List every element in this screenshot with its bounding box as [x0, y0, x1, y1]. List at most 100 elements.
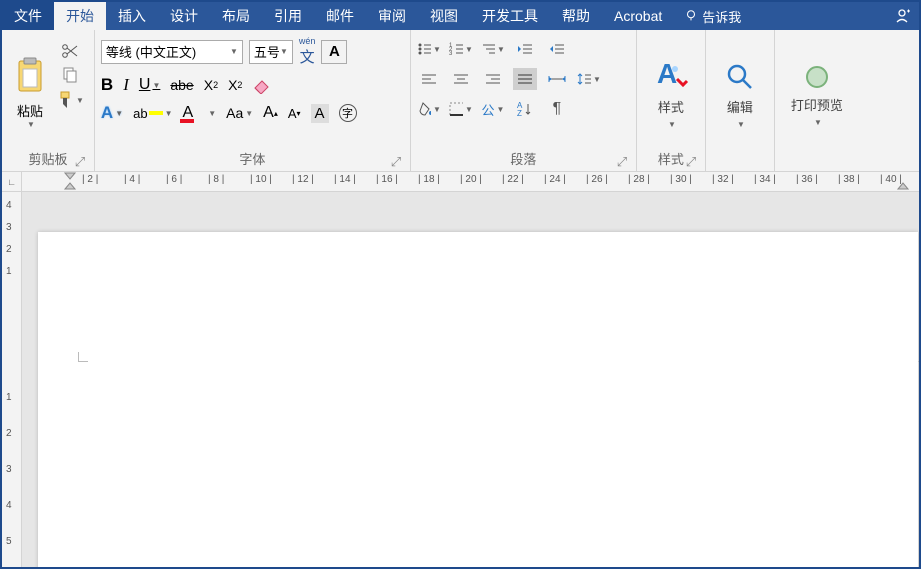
print-preview-button[interactable]: 打印预览 ▼: [781, 34, 853, 150]
styles-button[interactable]: A 样式 ▼: [643, 34, 699, 146]
ruler-tick: | 30 |: [670, 174, 692, 185]
ruler-tick: 4: [6, 500, 12, 511]
enclose-characters-button[interactable]: 字: [339, 104, 357, 122]
ribbon: 粘贴 ▼ ▼ 剪贴板⤢ 等线 (中文正文)▼ 五号▼ wén文 A B I U▼: [2, 30, 919, 172]
lightbulb-icon: [684, 9, 698, 23]
align-center-button[interactable]: [449, 68, 473, 90]
font-name-combo[interactable]: 等线 (中文正文)▼: [101, 40, 243, 64]
decrease-indent-button[interactable]: [513, 38, 537, 60]
underline-button[interactable]: U▼: [139, 76, 160, 94]
paragraph-launcher[interactable]: ⤢: [616, 156, 628, 168]
tab-review[interactable]: 审阅: [366, 2, 418, 30]
sort-button[interactable]: AZ: [513, 98, 537, 120]
tab-design[interactable]: 设计: [158, 2, 210, 30]
text-effects-button[interactable]: A▼: [101, 103, 123, 123]
multilevel-list-button[interactable]: ▼: [481, 38, 505, 60]
chevron-down-icon: ▼: [152, 81, 160, 90]
tab-help[interactable]: 帮助: [550, 2, 602, 30]
styles-label: 样式: [658, 97, 684, 116]
svg-text:A: A: [657, 58, 677, 89]
phonetic-guide-button[interactable]: wén文: [299, 36, 316, 67]
ruler-tick: | 26 |: [586, 174, 608, 185]
tab-mailings[interactable]: 邮件: [314, 2, 366, 30]
char-shading-button[interactable]: A: [311, 104, 329, 123]
left-indent-marker[interactable]: [64, 172, 76, 190]
clipboard-launcher[interactable]: ⤢: [74, 156, 86, 168]
subscript-button[interactable]: X2: [204, 77, 218, 93]
align-distributed-button[interactable]: [545, 68, 569, 90]
tab-home[interactable]: 开始: [54, 2, 106, 30]
horizontal-ruler[interactable]: ∟ | 2 || 4 || 6 || 8 || 10 || 12 || 14 |…: [2, 172, 919, 192]
ruler-tick: 1: [6, 392, 12, 403]
ruler-tick: | 8 |: [208, 174, 224, 185]
highlight-button[interactable]: ab▼: [133, 106, 172, 121]
styles-group-label: 样式: [658, 152, 684, 167]
numbering-button[interactable]: 123▼: [449, 38, 473, 60]
paste-button[interactable]: 粘贴 ▼: [8, 34, 52, 146]
align-justify-button[interactable]: [513, 68, 537, 90]
ruler-tick: | 38 |: [838, 174, 860, 185]
chevron-down-icon: ▼: [230, 47, 238, 56]
chevron-down-icon: ▼: [280, 47, 288, 56]
italic-button[interactable]: I: [123, 75, 129, 95]
chevron-down-icon: ▼: [208, 109, 216, 118]
line-spacing-button[interactable]: ▼: [577, 68, 601, 90]
chevron-down-icon: ▼: [593, 75, 601, 84]
grow-font-button[interactable]: A▴: [263, 104, 278, 122]
show-marks-button[interactable]: ¶: [545, 98, 569, 120]
change-case-button[interactable]: Aa▼: [226, 105, 253, 121]
tab-insert[interactable]: 插入: [106, 2, 158, 30]
shading-button[interactable]: ▼: [417, 98, 441, 120]
brush-icon: [56, 90, 74, 110]
editing-button[interactable]: 编辑 ▼: [712, 34, 768, 150]
ruler-tick: | 16 |: [376, 174, 398, 185]
tab-references[interactable]: 引用: [262, 2, 314, 30]
tab-developer[interactable]: 开发工具: [470, 2, 550, 30]
font-color-button[interactable]: A▼: [183, 104, 217, 122]
ruler-tick: | 6 |: [166, 174, 182, 185]
tab-file[interactable]: 文件: [2, 2, 54, 30]
font-size-combo[interactable]: 五号▼: [249, 40, 293, 64]
tab-selector[interactable]: ∟: [2, 172, 22, 191]
ruler-tick: | 14 |: [334, 174, 356, 185]
tab-view[interactable]: 视图: [418, 2, 470, 30]
ruler-tick: | 20 |: [460, 174, 482, 185]
increase-indent-button[interactable]: [545, 38, 569, 60]
font-group-label: 字体: [239, 152, 265, 167]
ruler-tick: | 12 |: [292, 174, 314, 185]
svg-text:3: 3: [449, 51, 453, 56]
align-left-button[interactable]: [417, 68, 441, 90]
group-paragraph: ▼ 123▼ ▼ ▼ ▼ ▼ 公▼ AZ ¶ 段落⤢: [411, 30, 637, 171]
ruler-tick: | 10 |: [250, 174, 272, 185]
menu-bar: 文件 开始 插入 设计 布局 引用 邮件 审阅 视图 开发工具 帮助 Acrob…: [2, 2, 919, 30]
page[interactable]: [38, 232, 918, 567]
styles-launcher[interactable]: ⤢: [685, 156, 697, 168]
chevron-down-icon: ▼: [115, 109, 123, 118]
asian-layout-button[interactable]: 公▼: [481, 98, 505, 120]
cut-button[interactable]: [56, 42, 84, 60]
tab-layout[interactable]: 布局: [210, 2, 262, 30]
borders-button[interactable]: ▼: [449, 98, 473, 120]
vertical-ruler[interactable]: 432112345: [2, 192, 22, 567]
bullets-button[interactable]: ▼: [417, 38, 441, 60]
bold-button[interactable]: B: [101, 75, 113, 95]
chevron-down-icon: ▼: [433, 45, 441, 54]
ruler-tick: | 36 |: [796, 174, 818, 185]
share-button[interactable]: [885, 2, 919, 30]
font-launcher[interactable]: ⤢: [390, 156, 402, 168]
strikethrough-button[interactable]: abe: [170, 77, 193, 93]
tell-me[interactable]: 告诉我: [674, 2, 751, 30]
copy-icon: [61, 66, 79, 84]
clear-formatting-button[interactable]: [252, 76, 272, 94]
ruler-tick: | 4 |: [124, 174, 140, 185]
tab-acrobat[interactable]: Acrobat: [602, 2, 674, 30]
superscript-button[interactable]: X2: [228, 77, 242, 93]
eraser-icon: [252, 76, 272, 94]
shrink-font-button[interactable]: A▾: [288, 106, 301, 121]
format-painter-button[interactable]: ▼: [56, 90, 84, 110]
document-canvas[interactable]: [22, 192, 919, 567]
character-border-button[interactable]: A: [321, 40, 347, 64]
copy-button[interactable]: [56, 66, 84, 84]
ruler-tick: 2: [6, 244, 12, 255]
align-right-button[interactable]: [481, 68, 505, 90]
